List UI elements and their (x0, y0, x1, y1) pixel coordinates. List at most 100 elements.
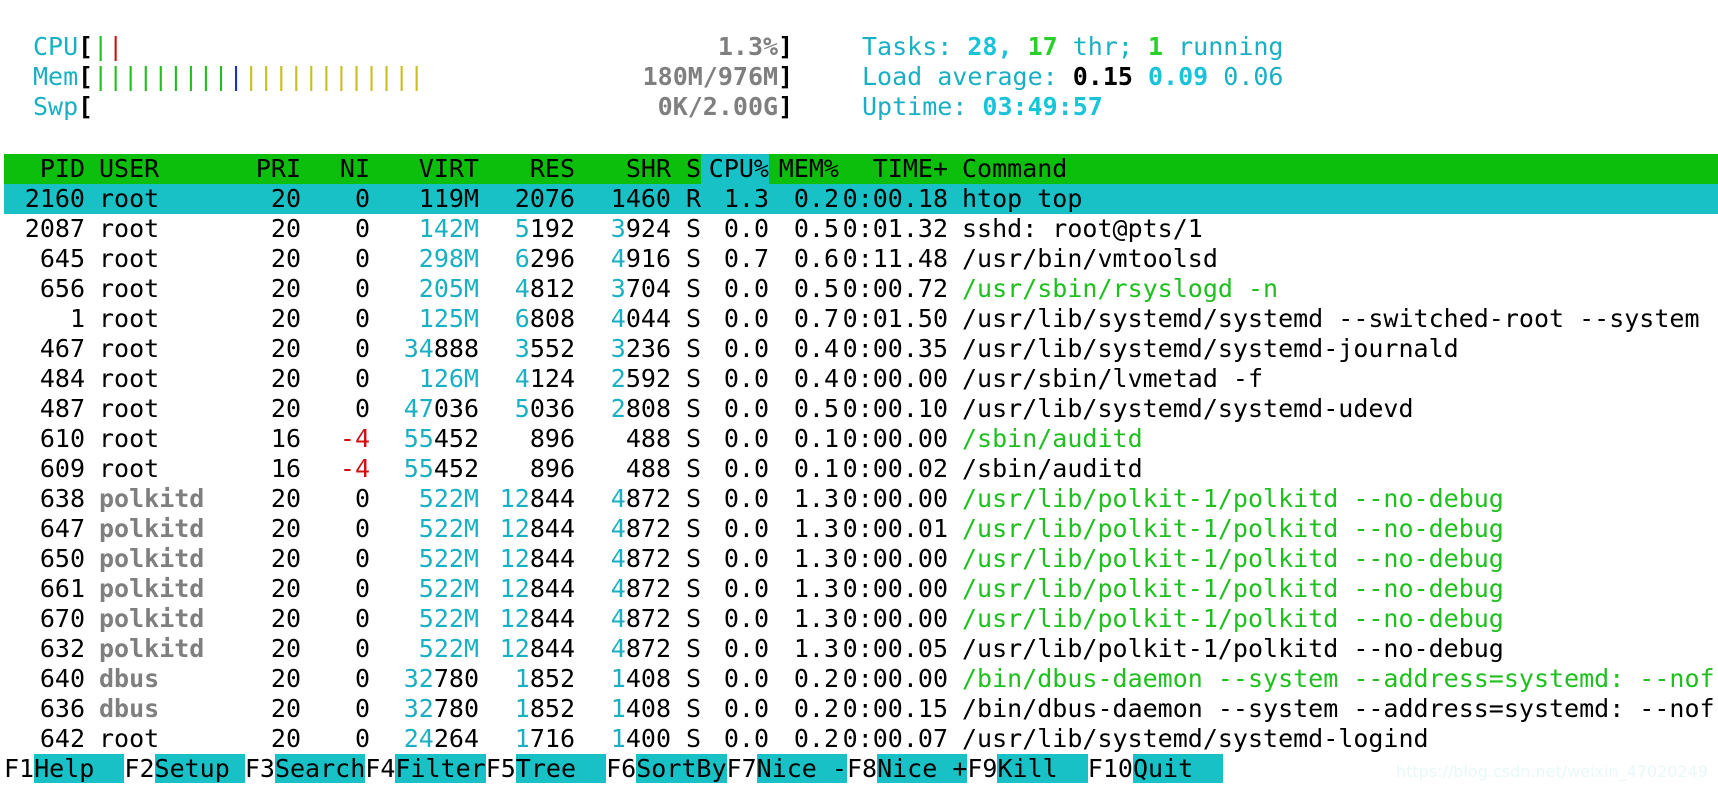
table-row[interactable]: 647 polkitd 20 0 522M 12844 4872 S 0.0 1.3 0:00.01… (4, 514, 1718, 544)
table-row[interactable]: 670 polkitd 20 0 522M 12844 4872 S 0.0 1.3 0:00.00… (4, 604, 1718, 634)
cell-shr: 4872 (610, 544, 671, 573)
cell-s: S (685, 514, 701, 543)
table-row[interactable]: 645 root 20 0 298M 6296 4916 S 0.7 0.6 0:11.48/usr… (4, 244, 1718, 274)
cell-res: 12844 (499, 574, 575, 603)
cell-ni: 0 (354, 574, 370, 603)
cell-ni: 0 (354, 244, 370, 273)
cell-pri: 20 (270, 484, 301, 513)
cell-s: S (685, 694, 701, 723)
column-header-res[interactable]: RES (479, 154, 575, 184)
column-header-command[interactable]: Command (948, 154, 1718, 184)
cell-virt: 298M (418, 244, 479, 273)
cell-res: 5036 (514, 394, 575, 423)
column-header-ni[interactable]: NI (301, 154, 370, 184)
cell-virt: 47036 (403, 394, 479, 423)
cell-pid: 609 (39, 454, 85, 483)
cell-pri: 20 (270, 724, 301, 753)
function-key-f4[interactable]: F4Filter (365, 754, 486, 784)
cell-mem: 0.2 (793, 664, 839, 693)
cell-virt: 522M (418, 544, 479, 573)
table-header: PID USER PRI NI VIRT RES SHR S CPU% MEM%… (4, 154, 1718, 184)
cell-shr: 3704 (610, 274, 671, 303)
cell-time: 0:00.00 (842, 484, 948, 513)
column-header-state[interactable]: S (671, 154, 701, 184)
column-header-pri[interactable]: PRI (220, 154, 301, 184)
cell-time: 0:00.01 (842, 514, 948, 543)
table-row[interactable]: 2087 root 20 0 142M 5192 3924 S 0.0 0.5 0:01.32 ssh… (4, 214, 1718, 244)
cell-pid: 656 (39, 274, 85, 303)
table-row[interactable]: 2160 root 20 0 119M 2076 1460 R 1.3 0.2 0:00.18 hto… (4, 184, 1718, 214)
table-row[interactable]: 484 root 20 0 126M 4124 2592 S 0.0 0.4 0:00.00/usr… (4, 364, 1718, 394)
cell-ni: 0 (354, 694, 370, 723)
table-row[interactable]: 642 root 20 0 24264 1716 1400 S 0.0 0.2 0:00.07/us… (4, 724, 1718, 754)
cell-s: S (685, 724, 701, 753)
cell-command: /usr/bin/vmtoolsd (962, 244, 1218, 273)
function-key-f5[interactable]: F5Tree (486, 754, 607, 784)
cell-time: 0:01.32 (842, 214, 948, 243)
cell-cpu: 0.0 (723, 304, 769, 333)
table-row[interactable]: 487 root 20 0 47036 5036 2808 S 0.0 0.5 0:00.10/us… (4, 394, 1718, 424)
function-key-f1[interactable]: F1Help (4, 754, 125, 784)
column-header-user[interactable]: USER (85, 154, 220, 184)
table-row[interactable]: 632 polkitd 20 0 522M 12844 4872 S 0.0 1.3 0:00.05… (4, 634, 1718, 664)
cell-mem: 0.2 (793, 184, 839, 213)
cell-pri: 16 (270, 424, 301, 453)
cell-shr: 4044 (610, 304, 671, 333)
cell-user: polkitd (99, 544, 205, 573)
cell-shr: 4872 (610, 574, 671, 603)
cell-time: 0:00.00 (842, 544, 948, 573)
cell-cpu: 0.0 (723, 694, 769, 723)
cell-res: 896 (529, 424, 575, 453)
cell-virt: 119M (418, 184, 479, 213)
cell-ni: 0 (354, 334, 370, 363)
cell-time: 0:00.00 (842, 424, 948, 453)
cell-pid: 645 (39, 244, 85, 273)
cell-cpu: 0.0 (723, 214, 769, 243)
cell-res: 4124 (514, 364, 575, 393)
cell-user: polkitd (99, 604, 205, 633)
function-key-f9[interactable]: F9Kill (967, 754, 1088, 784)
table-row[interactable]: 636 dbus 20 0 32780 1852 1408 S 0.0 0.2 0:00.15/bi… (4, 694, 1718, 724)
cell-cpu: 0.0 (723, 514, 769, 543)
table-row[interactable]: 661 polkitd 20 0 522M 12844 4872 S 0.0 1.3 0:00.00… (4, 574, 1718, 604)
cell-shr: 2592 (610, 364, 671, 393)
cell-command: /usr/lib/polkit-1/polkitd --no-debug (962, 604, 1504, 633)
cell-shr: 1408 (610, 694, 671, 723)
cell-command: /bin/dbus-daemon --system --address=syst… (962, 664, 1715, 693)
table-row[interactable]: 656 root 20 0 205M 4812 3704 S 0.0 0.5 0:00.72/usr… (4, 274, 1718, 304)
table-row[interactable]: 650 polkitd 20 0 522M 12844 4872 S 0.0 1.3 0:00.00… (4, 544, 1718, 574)
cell-mem: 1.3 (793, 514, 839, 543)
column-header-cpu[interactable]: CPU% (701, 154, 769, 184)
function-key-f7[interactable]: F7Nice - (727, 754, 847, 784)
column-header-time[interactable]: TIME+ (839, 154, 948, 184)
table-row[interactable]: 640 dbus 20 0 32780 1852 1408 S 0.0 0.2 0:00.00/bi… (4, 664, 1718, 694)
function-key-f3[interactable]: F3Search (245, 754, 366, 784)
table-row[interactable]: 609 root 16 -4 55452 896 488 S 0.0 0.1 0:00.02/sbi… (4, 454, 1718, 484)
function-key-f6[interactable]: F6SortBy (606, 754, 727, 784)
function-key-f8[interactable]: F8Nice + (847, 754, 968, 784)
cell-cpu: 0.0 (723, 544, 769, 573)
cpu-meter-fill: || (93, 32, 123, 62)
function-key-f2[interactable]: F2Setup (124, 754, 245, 784)
column-header-virt[interactable]: VIRT (370, 154, 479, 184)
cell-s: S (685, 394, 701, 423)
cell-mem: 1.3 (793, 484, 839, 513)
cell-shr: 3924 (610, 214, 671, 243)
function-key-f10[interactable]: F10Quit (1088, 754, 1224, 784)
table-row[interactable]: 1 root 20 0 125M 6808 4044 S 0.0 0.7 0:01.50/usr/l… (4, 304, 1718, 334)
cell-shr: 1460 (610, 184, 671, 213)
load-average-line: Load average: 0.15 0.09 0.06 (862, 62, 1284, 91)
cell-s: S (685, 664, 701, 693)
cell-pid: 642 (39, 724, 85, 753)
column-header-pid[interactable]: PID (4, 154, 85, 184)
cell-pri: 20 (270, 334, 301, 363)
cell-user: root (99, 304, 160, 333)
column-header-mem[interactable]: MEM% (769, 154, 839, 184)
table-row[interactable]: 610 root 16 -4 55452 896 488 S 0.0 0.1 0:00.00/sbi… (4, 424, 1718, 454)
table-row[interactable]: 467 root 20 0 34888 3552 3236 S 0.0 0.4 0:00.35/us… (4, 334, 1718, 364)
table-row[interactable]: 638 polkitd 20 0 522M 12844 4872 S 0.0 1.3 0:00.00… (4, 484, 1718, 514)
swp-meter-value: 0K/2.00G (657, 92, 779, 121)
cell-user: dbus (99, 664, 160, 693)
cell-shr: 4872 (610, 634, 671, 663)
column-header-shr[interactable]: SHR (575, 154, 671, 184)
